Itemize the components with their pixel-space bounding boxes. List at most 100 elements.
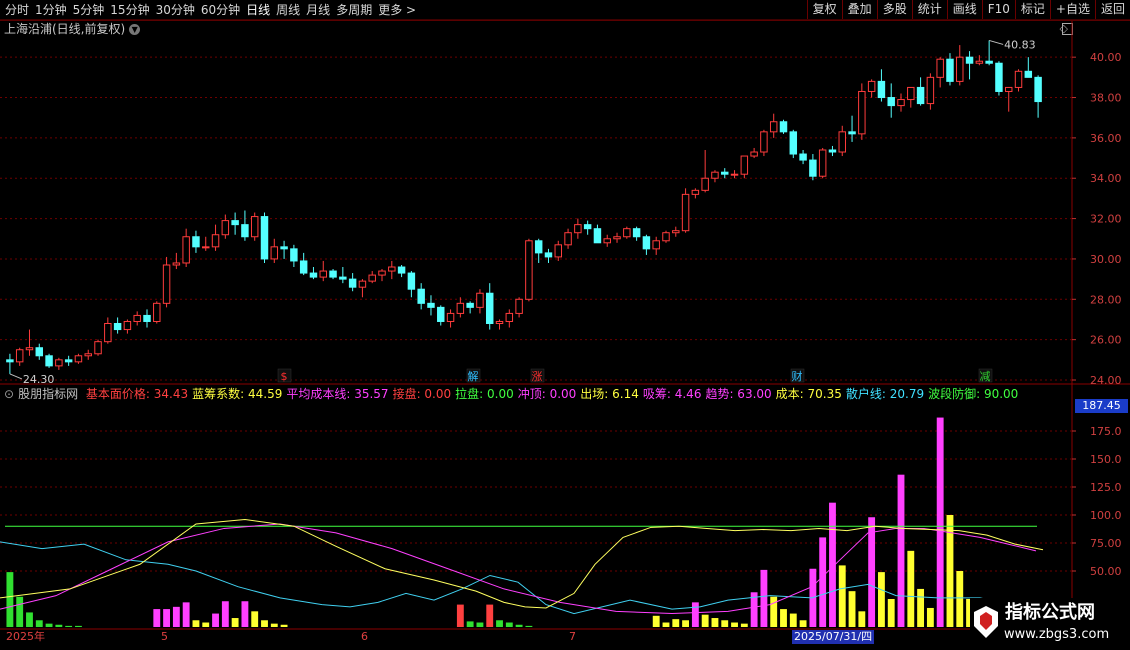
candle-body [495,320,504,325]
candle-body [848,131,856,135]
toolbar-button-8[interactable]: 返回 [1094,0,1130,19]
period-tab-4[interactable]: 30分钟 [153,0,198,20]
watermark-url: www.zbgs3.com [1004,627,1110,642]
indicator-bar [261,620,268,627]
date-cursor-label: 2025/07/31/四 [792,630,875,644]
candle-body [1024,70,1033,78]
high-annotation: 40.83 [1004,38,1036,51]
toolbar-button-6[interactable]: 标记 [1014,0,1050,19]
indicator-bar [829,502,836,627]
candle-body [329,270,337,278]
candle-body [515,298,523,314]
indicator-bar [662,622,670,627]
indicator-bar [212,613,219,627]
indicator-bar [887,599,895,627]
toolbar-button-3[interactable]: 统计 [911,0,947,19]
toolbar-button-1[interactable]: 叠加 [841,0,877,19]
candle-body [162,264,171,304]
candle-body [867,80,876,92]
scroll-toggle-icon[interactable] [1062,23,1073,35]
period-tab-0[interactable]: 分时 [2,0,32,20]
indicator-bar [907,550,915,627]
candle-body [290,248,298,262]
toolbar-button-5[interactable]: F10 [981,0,1015,19]
candle-body [721,171,729,175]
candle-body [858,90,866,135]
indicator-bar [182,602,190,627]
indicator-value-0: 基本面价格: 34.43 [85,387,189,401]
candle-body [505,312,514,322]
candle-body [662,232,670,242]
candle-body [838,131,846,153]
event-marker: 减 [980,370,991,383]
main-chart: 40.00 38.00 36.00 34.00 32.00 30.00 28.00 26.00… [0,19,1130,650]
candle-body [574,224,582,234]
indicator-bar [789,613,797,627]
indicator-value-4: 拉盘: 0.00 [455,387,514,401]
candle-body [123,320,132,331]
candle-body [534,240,543,254]
indicator-value-8: 趋势: 63.00 [705,387,772,401]
indicator-bar [721,620,729,627]
period-tab-8[interactable]: 月线 [303,0,333,20]
date-label-jul: 7 [569,630,576,643]
candle-body [701,177,709,191]
indicator-bar [202,622,210,627]
indicator-bar [515,624,523,627]
indicator-bar [956,571,964,627]
period-tab-2[interactable]: 5分钟 [70,0,108,20]
event-marker-box [978,368,993,383]
indicator-bar [525,625,533,627]
indicator-bar [16,596,24,627]
candle-body [750,151,758,157]
period-tab-1[interactable]: 1分钟 [32,0,70,20]
indicator-name[interactable]: 股朋指标网 [18,387,78,401]
indicator-bar [760,569,768,627]
watermark-title: 指标公式网 [1005,602,1095,623]
candle-body [799,153,807,161]
period-tab-5[interactable]: 60分钟 [198,0,243,20]
period-tab-3[interactable]: 15分钟 [107,0,152,20]
event-marker: 解 [468,369,479,383]
candle-body [926,76,935,105]
price-axis-label: 38.00 [1090,92,1122,105]
period-tab-9[interactable]: 多周期 [333,0,375,20]
indicator-menu-icon[interactable]: ⊙ [4,387,14,401]
candle-body [730,173,739,176]
candle-body [45,355,53,367]
toolbar-button-0[interactable]: 复权 [806,0,842,19]
candle-body [339,276,347,280]
candle-body [368,274,376,282]
period-tab-6[interactable]: 日线 [243,0,273,20]
indicator-bar [858,611,866,627]
toolbar-button-2[interactable]: 多股 [876,0,912,19]
candle-body [809,159,817,177]
candle-body [466,302,474,308]
toolbar-buttons: 复权 叠加 多股 统计 画线 F10 标记 +自选 返回 [806,0,1130,20]
stock-title[interactable]: 上海沿浦(日线,前复权) ▼ [4,22,141,36]
indicator-bar [153,609,161,627]
period-tab-10[interactable]: 更多 > [375,0,419,20]
low-annotation-line [9,373,23,380]
indicator-bar [35,620,43,627]
indicator-value-10: 散户线: 20.79 [845,387,925,401]
price-axis-label: 24.00 [1090,374,1122,387]
toolbar-button-4[interactable]: 画线 [946,0,982,19]
chevron-down-icon[interactable]: ▼ [129,24,141,35]
indicator-bar [770,596,778,627]
indicator-bar [280,624,288,627]
candle-body [897,99,905,107]
low-annotation: 24.30 [23,373,54,386]
candle-body [887,97,895,107]
indicator-bar [711,618,719,627]
candle-body [583,224,592,230]
candle-body [94,341,102,355]
indicator-value-11: 波段防御: 90.00 [928,387,1019,401]
candle-body [446,312,455,322]
candle-body [417,288,425,304]
candle-body [388,266,396,272]
indicator-bar [45,623,53,627]
toolbar-button-7[interactable]: +自选 [1049,0,1095,19]
candle-body [681,193,690,232]
period-tab-7[interactable]: 周线 [273,0,303,20]
